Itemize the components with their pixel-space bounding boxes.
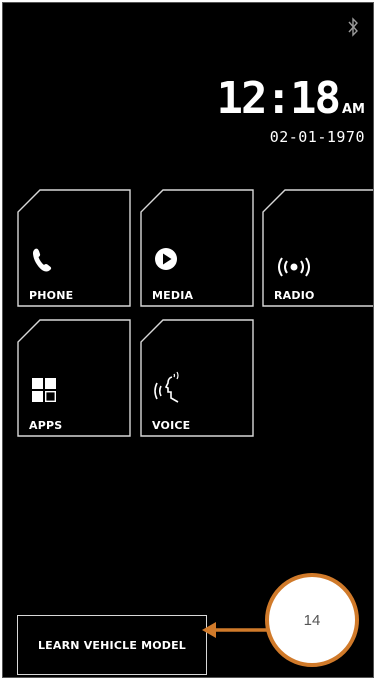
tile-label: APPS [29,419,63,432]
play-icon [155,248,177,270]
clock: 12:18 AM [217,77,365,121]
annotation-number: 14 [303,611,321,629]
tile-phone[interactable]: PHONE [17,189,131,307]
clock-time: 12:18 [216,73,341,124]
phone-icon [33,248,52,272]
annotation-callout: 14 [265,573,359,667]
tile-label: MEDIA [152,289,194,302]
radio-broadcast-icon [278,257,310,277]
tile-radio[interactable]: RADIO [262,189,373,307]
tile-label: VOICE [152,419,191,432]
apps-grid-icon [32,378,57,403]
bluetooth-icon [348,17,358,37]
tile-label: PHONE [29,289,74,302]
tile-voice[interactable]: VOICE [140,319,254,437]
clock-ampm: AM [342,102,365,117]
voice-head-icon [154,371,179,403]
tile-apps[interactable]: APPS [17,319,131,437]
tile-media[interactable]: MEDIA [140,189,254,307]
tile-label: RADIO [274,289,315,302]
callout-arrow [202,622,268,638]
learn-vehicle-model-button[interactable]: LEARN VEHICLE MODEL [17,615,207,675]
clock-date: 02-01-1970 [269,128,365,146]
